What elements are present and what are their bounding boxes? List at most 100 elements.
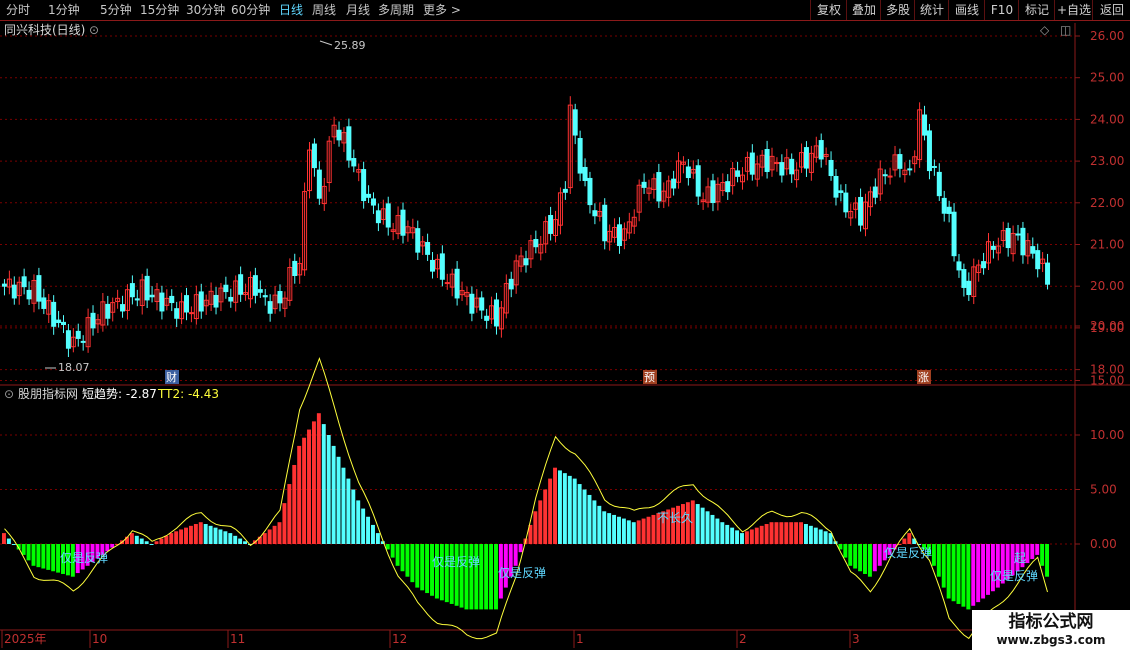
candle-body bbox=[346, 126, 352, 161]
histogram-bar bbox=[710, 514, 715, 544]
histogram-bar bbox=[346, 478, 351, 544]
histogram-bar bbox=[902, 538, 907, 544]
candle-body bbox=[262, 295, 268, 298]
candle-body bbox=[415, 228, 421, 253]
histogram-bar bbox=[439, 544, 444, 601]
candle-body bbox=[51, 301, 57, 327]
candle-body bbox=[267, 301, 273, 314]
candle-body bbox=[292, 260, 298, 277]
histogram-bar bbox=[705, 511, 710, 544]
candle-body bbox=[641, 181, 647, 188]
histogram-bar bbox=[641, 518, 646, 544]
histogram-bar bbox=[316, 413, 321, 544]
histogram-bar bbox=[134, 535, 139, 544]
histogram-bar bbox=[425, 544, 430, 594]
candle-body bbox=[370, 198, 376, 206]
candle-body bbox=[385, 203, 391, 228]
candle-body bbox=[493, 299, 499, 327]
histogram-bar bbox=[51, 544, 56, 572]
histogram-bar bbox=[592, 500, 597, 544]
watermark-title: 指标公式网 bbox=[1008, 612, 1094, 632]
histogram-bar bbox=[1045, 544, 1050, 577]
indicator-annotation: 仅是反弹 bbox=[884, 546, 932, 560]
histogram-bar bbox=[784, 522, 789, 544]
watermark: 指标公式网 www.zbgs3.com bbox=[972, 610, 1130, 650]
candle-body bbox=[90, 312, 96, 329]
histogram-bar bbox=[769, 522, 774, 544]
xaxis-label: 2 bbox=[739, 632, 747, 646]
price-tick-label: 25.00 bbox=[1090, 71, 1124, 85]
xaxis-label: 3 bbox=[852, 632, 860, 646]
histogram-bar bbox=[277, 522, 282, 544]
histogram-bar bbox=[267, 529, 272, 544]
histogram-bar bbox=[626, 520, 631, 544]
histogram-bar bbox=[1035, 544, 1040, 555]
candle-body bbox=[1035, 250, 1041, 270]
candle-body bbox=[749, 152, 755, 175]
histogram-bar bbox=[302, 437, 307, 544]
histogram-bar bbox=[36, 544, 41, 568]
histogram-bar bbox=[390, 544, 395, 558]
candle-body bbox=[735, 170, 741, 177]
histogram-bar bbox=[282, 503, 287, 544]
stock-title: 同兴科技(日线) bbox=[4, 23, 86, 37]
candle-body bbox=[184, 295, 190, 313]
kline-chart: 26.0025.0024.0023.0022.0021.0020.0019.00… bbox=[0, 23, 1130, 648]
candle-body bbox=[882, 174, 888, 177]
histogram-bar bbox=[430, 544, 434, 596]
candle-body bbox=[926, 130, 932, 172]
histogram-bar bbox=[518, 544, 523, 553]
candle-body bbox=[592, 210, 598, 217]
candle-body bbox=[277, 291, 283, 304]
histogram-bar bbox=[803, 524, 808, 544]
diamond-icon[interactable]: ◇ bbox=[1040, 22, 1049, 38]
histogram-bar bbox=[572, 478, 577, 544]
price-tick-label: 24.00 bbox=[1090, 112, 1124, 126]
candle-body bbox=[439, 253, 445, 280]
candle-body bbox=[966, 280, 972, 296]
histogram-bar bbox=[484, 544, 489, 610]
candle-body bbox=[159, 292, 165, 312]
histogram-bar bbox=[621, 518, 626, 544]
histogram-bar bbox=[858, 544, 863, 572]
histogram-bar bbox=[351, 489, 356, 544]
candle-body bbox=[26, 289, 32, 300]
candle-body bbox=[858, 196, 864, 226]
histogram-bar bbox=[21, 544, 26, 555]
candle-body bbox=[134, 298, 140, 301]
histogram-bar bbox=[375, 533, 380, 544]
candle-body bbox=[931, 165, 937, 168]
panel-toggle-icon[interactable]: ◫ bbox=[1060, 22, 1071, 38]
histogram-bar bbox=[612, 514, 617, 544]
histogram-bar bbox=[877, 544, 882, 566]
candle-body bbox=[425, 242, 431, 255]
histogram-bar bbox=[208, 525, 213, 544]
histogram-bar bbox=[951, 544, 956, 602]
histogram-bar bbox=[553, 467, 557, 544]
histogram-bar bbox=[331, 445, 336, 544]
histogram-bar bbox=[6, 538, 11, 544]
histogram-bar bbox=[479, 544, 484, 610]
candle-body bbox=[562, 188, 568, 193]
candle-body bbox=[616, 224, 622, 247]
histogram-bar bbox=[213, 527, 218, 544]
xaxis-label: 11 bbox=[230, 632, 245, 646]
candle-body bbox=[311, 143, 317, 169]
histogram-bar bbox=[454, 544, 459, 606]
candle-body bbox=[843, 192, 849, 213]
indicator-dropdown-icon[interactable]: ⊙ bbox=[4, 386, 14, 402]
price-tick-label: 20.00 bbox=[1090, 279, 1124, 293]
title-dropdown-icon[interactable]: ⊙ bbox=[89, 22, 99, 38]
histogram-bar bbox=[557, 470, 562, 544]
histogram-bar bbox=[179, 529, 184, 544]
histogram-bar bbox=[715, 518, 720, 544]
histogram-bar bbox=[262, 533, 267, 544]
histogram-bar bbox=[636, 520, 641, 544]
candle-body bbox=[818, 140, 824, 160]
candle-body bbox=[764, 149, 770, 172]
histogram-bar bbox=[444, 544, 449, 603]
histogram-bar bbox=[981, 544, 986, 599]
histogram-bar bbox=[336, 456, 341, 544]
candle-body bbox=[774, 162, 780, 165]
histogram-bar bbox=[907, 533, 912, 544]
